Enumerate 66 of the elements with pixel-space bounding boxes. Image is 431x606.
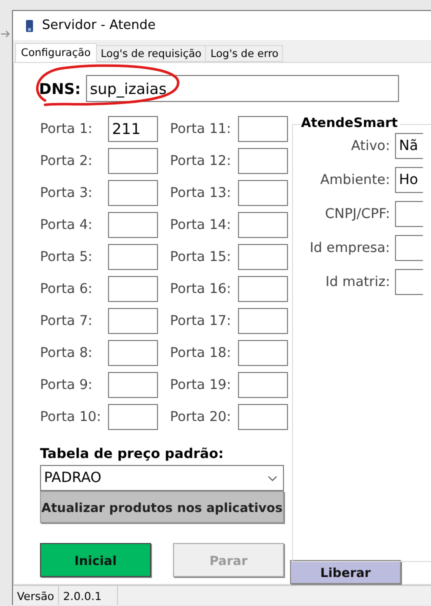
port-label: Porta 5: [40, 249, 92, 265]
port-field[interactable] [108, 212, 158, 238]
text-field[interactable]: Ho [395, 167, 423, 193]
price-table-dropdown[interactable]: PADRAO [40, 465, 284, 491]
port-field[interactable] [238, 180, 288, 206]
port-field[interactable] [238, 116, 288, 142]
version-number: 2.0.0.1 [59, 586, 118, 605]
price-table-label: Tabela de preço padrão: [40, 446, 225, 462]
field-label: Id empresa: [310, 240, 390, 256]
port-field[interactable] [108, 404, 158, 430]
chevron-down-icon [268, 476, 277, 480]
port-field[interactable] [238, 244, 288, 270]
field-label: CNPJ/CPF: [324, 206, 390, 222]
port-label: Porta 16: [170, 281, 232, 297]
port-field[interactable] [108, 180, 158, 206]
window-title: Servidor - Atende [42, 18, 156, 33]
port-field[interactable] [108, 372, 158, 398]
port-field[interactable] [238, 212, 288, 238]
arrow-icon [1, 30, 10, 38]
port-field[interactable] [108, 244, 158, 270]
port-label: Porta 17: [170, 313, 232, 329]
update-button[interactable]: Atualizar produtos nos aplicativos [40, 491, 284, 523]
text-field[interactable] [395, 201, 423, 227]
port-field[interactable] [108, 340, 158, 366]
tab[interactable]: Log's de erro [205, 45, 284, 62]
text-field[interactable] [395, 235, 423, 261]
port-label: Porta 2: [40, 153, 92, 169]
text-field[interactable] [395, 269, 423, 295]
port-label: Porta 6: [40, 281, 92, 297]
tab[interactable]: Log's de requisição [96, 45, 206, 62]
port-label: Porta 15: [170, 249, 232, 265]
port-field[interactable] [108, 308, 158, 334]
port-label: Porta 14: [170, 217, 232, 233]
port-label: Porta 4: [40, 217, 92, 233]
start-button[interactable]: Inicial [40, 543, 151, 577]
text-field[interactable]: Nã [395, 133, 423, 159]
port-label: Porta 8: [40, 345, 92, 361]
port-field[interactable] [108, 148, 158, 174]
port-field[interactable]: 211 [108, 116, 158, 142]
port-label: Porta 9: [40, 377, 92, 393]
dns-label: DNS: [39, 80, 81, 98]
port-label: Porta 18: [170, 345, 232, 361]
tab[interactable]: Configuração [15, 43, 97, 62]
field-label: Ativo: [351, 138, 390, 154]
port-label: Porta 12: [170, 153, 232, 169]
port-field[interactable] [238, 148, 288, 174]
port-label: Porta 19: [170, 377, 232, 393]
version-label: Versão [13, 586, 60, 605]
port-field[interactable] [238, 372, 288, 398]
port-field[interactable] [238, 276, 288, 302]
port-label: Porta 20: [170, 409, 232, 425]
field-label: Id matriz: [326, 274, 390, 290]
port-label: Porta 1: [40, 121, 92, 137]
port-label: Porta 11: [170, 121, 232, 137]
port-field[interactable] [108, 276, 158, 302]
port-label: Porta 13: [170, 185, 232, 201]
port-label: Porta 3: [40, 185, 92, 201]
dns-field[interactable]: sup_izaias [86, 75, 399, 102]
port-label: Porta 10: [40, 409, 102, 425]
release-button[interactable]: Liberar [290, 560, 401, 584]
port-field[interactable] [238, 340, 288, 366]
port-field[interactable] [238, 404, 288, 430]
port-field[interactable] [238, 308, 288, 334]
app-icon [25, 18, 34, 32]
port-label: Porta 7: [40, 313, 92, 329]
field-label: Ambiente: [320, 172, 390, 188]
